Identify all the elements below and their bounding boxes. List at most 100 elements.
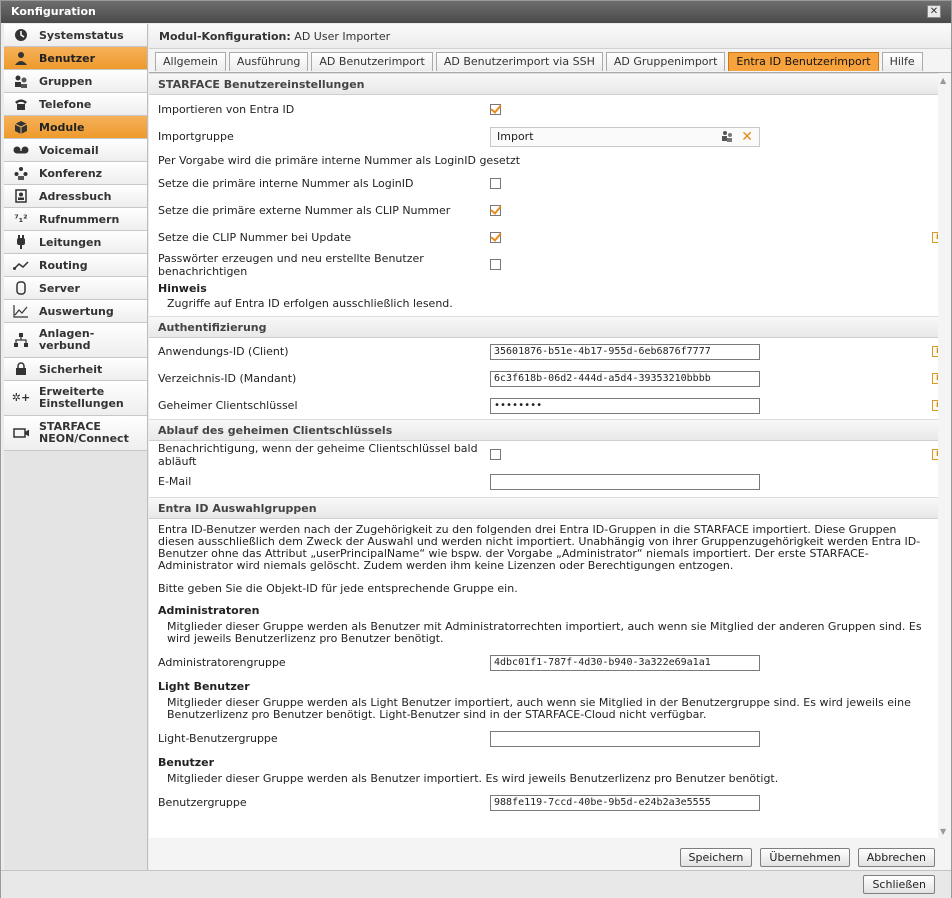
set-external-checkbox[interactable] — [490, 205, 501, 216]
tab-hilfe[interactable]: Hilfe — [881, 52, 923, 71]
module-header: Modul-Konfiguration: AD User Importer — [149, 24, 951, 49]
light-group-input[interactable] — [490, 730, 760, 747]
camera-icon — [13, 425, 29, 441]
sidebar-item-systemstatus[interactable]: Systemstatus — [4, 24, 147, 47]
import-entra-label: Importieren von Entra ID — [158, 103, 295, 116]
default-note: Per Vorgabe wird die primäre interne Num… — [158, 153, 521, 167]
label-line2: Einstellungen — [39, 397, 124, 410]
sidebar-item-label: Voicemail — [39, 143, 99, 157]
row-light-group: Light-Benutzergruppe — [149, 725, 951, 752]
sidebar-item-sicherheit[interactable]: Sicherheit — [4, 358, 147, 381]
set-external-label: Setze die primäre externe Nummer als CLI… — [158, 204, 451, 217]
sidebar-item-label: Telefone — [39, 97, 92, 111]
scroll-down-icon[interactable]: ▼ — [940, 827, 946, 836]
sidebar-item-rufnummern[interactable]: ⁷₁² Rufnummern — [4, 208, 147, 231]
import-group-label: Importgruppe — [158, 130, 234, 143]
user-group-label: Benutzergruppe — [158, 796, 247, 809]
sidebar-item-gruppen[interactable]: Gruppen — [4, 70, 147, 93]
tenant-id-input[interactable]: 6c3f618b-06d2-444d-a5d4-39353210bbbb — [490, 370, 760, 387]
sidebar-item-server[interactable]: Server — [4, 277, 147, 300]
apply-button[interactable]: Übernehmen — [760, 848, 850, 867]
set-internal-checkbox[interactable] — [490, 178, 501, 189]
label-line2: NEON/Connect — [39, 432, 129, 445]
sidebar-item-label: Module — [39, 120, 85, 134]
sidebar-item-label: Gruppen — [39, 74, 93, 88]
section-title: Authentifizierung — [149, 316, 951, 338]
scroll-up-icon[interactable]: ▲ — [940, 76, 946, 85]
window-titlebar: Konfiguration ✕ — [1, 1, 951, 23]
row-set-external: Setze die primäre externe Nummer als CLI… — [149, 197, 951, 224]
groups-intro: Entra ID-Benutzer werden nach der Zugehö… — [158, 523, 921, 572]
sidebar-item-label: Routing — [39, 258, 88, 272]
sidebar-item-voicemail[interactable]: Voicemail — [4, 139, 147, 162]
expiry-notify-label: Benachrichtigung, wenn der geheime Clien… — [158, 441, 478, 468]
admin-group-input[interactable]: 4dbc01f1-787f-4d30-b940-3a322e69a1a1 — [490, 654, 760, 671]
sidebar-item-label: Konferenz — [39, 166, 103, 180]
row-set-clip-update: Setze die CLIP Nummer bei Update i — [149, 224, 951, 251]
cancel-button[interactable]: Abbrechen — [857, 848, 935, 867]
section-title: Entra ID Auswahlgruppen — [149, 497, 951, 519]
sidebar-item-label: Sicherheit — [39, 362, 103, 376]
section-title: Ablauf des geheimen Clientschlüssels — [149, 419, 951, 441]
import-entra-checkbox[interactable] — [490, 104, 501, 115]
row-client-secret: Geheimer Clientschlüssel •••••••• i — [149, 392, 951, 419]
expiry-notify-checkbox[interactable] — [490, 449, 501, 460]
email-label: E-Mail — [158, 475, 192, 488]
hint-text: Zugriffe auf Entra ID erfolgen ausschlie… — [167, 297, 453, 310]
group-icon — [13, 73, 29, 89]
light-desc: Mitglieder dieser Gruppe werden als Ligh… — [167, 696, 911, 721]
module-header-label: Modul-Konfiguration: — [159, 30, 291, 43]
app-id-input[interactable]: 35601876-b51e-4b17-955d-6eb6876f7777 — [490, 343, 760, 360]
set-clip-update-label: Setze die CLIP Nummer bei Update — [158, 231, 352, 244]
save-button[interactable]: Speichern — [679, 848, 753, 867]
row-default-note: Per Vorgabe wird die primäre interne Num… — [149, 150, 951, 170]
tab-ad-benutzerimport-ssh[interactable]: AD Benutzerimport via SSH — [435, 52, 603, 71]
configuration-window: Konfiguration ✕ Systemstatus Benutzer Gr… — [0, 0, 952, 898]
sidebar-item-benutzer[interactable]: Benutzer — [4, 47, 147, 70]
scrollbar[interactable]: ▲ ▼ — [938, 73, 951, 838]
sidebar-item-telefone[interactable]: Telefone — [4, 93, 147, 116]
group-picker-icon[interactable] — [721, 130, 733, 148]
user-title: Benutzer — [158, 756, 215, 769]
conference-icon — [13, 165, 29, 181]
sidebar-item-module[interactable]: Module — [4, 116, 147, 139]
settings-icon: ✲+ — [11, 391, 31, 404]
hint-title: Hinweis — [158, 282, 207, 295]
row-passwords: Passwörter erzeugen und neu erstellte Be… — [149, 251, 951, 278]
tab-content: STARFACE Benutzereinstellungen Importier… — [149, 72, 951, 838]
sidebar-item-konferenz[interactable]: Konferenz — [4, 162, 147, 185]
set-clip-update-checkbox[interactable] — [490, 232, 501, 243]
close-button[interactable]: Schließen — [863, 875, 935, 894]
sidebar-item-adressbuch[interactable]: Adressbuch — [4, 185, 147, 208]
row-app-id: Anwendungs-ID (Client) 35601876-b51e-4b1… — [149, 338, 951, 365]
main-panel: Modul-Konfiguration: AD User Importer Al… — [149, 24, 951, 870]
sidebar-item-starface-neon[interactable]: STARFACE NEON/Connect — [4, 416, 147, 451]
window-title: Konfiguration — [11, 5, 96, 18]
row-email: E-Mail — [149, 468, 951, 495]
clear-icon[interactable]: ✕ — [741, 128, 753, 146]
sidebar-item-auswertung[interactable]: Auswertung — [4, 300, 147, 323]
tab-ad-benutzerimport[interactable]: AD Benutzerimport — [311, 52, 433, 71]
phone-icon — [13, 96, 29, 112]
user-group-input[interactable]: 988fe119-7ccd-40be-9b5d-e24b2a3e5555 — [490, 794, 760, 811]
passwords-checkbox[interactable] — [490, 259, 501, 270]
email-input[interactable] — [490, 473, 760, 490]
sidebar-item-anlagenverbund[interactable]: Anlagen-verbund — [4, 323, 147, 358]
admin-group-label: Administratorengruppe — [158, 656, 286, 669]
sidebar-item-erweiterte-einstellungen[interactable]: ✲+ Erweiterte Einstellungen — [4, 381, 147, 416]
sidebar-item-routing[interactable]: Routing — [4, 254, 147, 277]
tab-allgemein[interactable]: Allgemein — [155, 52, 226, 71]
row-expiry-notify: Benachrichtigung, wenn der geheime Clien… — [149, 441, 951, 468]
lock-icon — [13, 361, 29, 377]
client-secret-input[interactable]: •••••••• — [490, 397, 760, 414]
tab-ausfuehrung[interactable]: Ausführung — [228, 52, 309, 71]
sidebar-item-label: Leitungen — [39, 235, 102, 249]
groups-enter-ids: Bitte geben Sie die Objekt-ID für jede e… — [158, 582, 518, 595]
row-set-internal: Setze die primäre interne Nummer als Log… — [149, 170, 951, 197]
tab-ad-gruppenimport[interactable]: AD Gruppenimport — [605, 52, 726, 71]
sidebar-item-leitungen[interactable]: Leitungen — [4, 231, 147, 254]
import-group-select[interactable]: Import ✕ — [490, 126, 760, 148]
tab-entra-id-benutzerimport[interactable]: Entra ID Benutzerimport — [728, 52, 879, 71]
window-close-icon[interactable]: ✕ — [927, 5, 941, 18]
clock-icon — [13, 27, 29, 43]
